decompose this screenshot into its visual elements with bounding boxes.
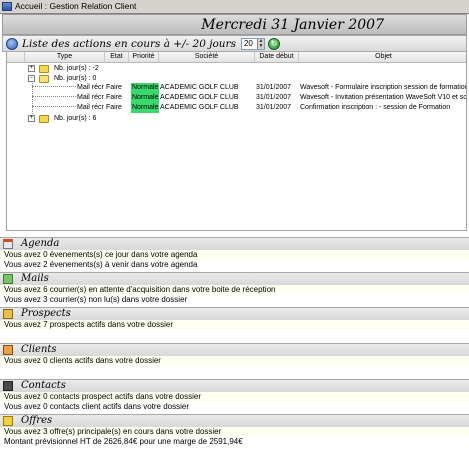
section-line: Vous avez 3 courrier(s) non lu(s) dans v… — [0, 295, 469, 305]
section-header[interactable]: Offres — [0, 414, 469, 427]
table-row[interactable]: Mail récrA Faire Normale ACADEMIC GOLF C… — [7, 93, 466, 103]
cell-type: Mail récrA — [77, 104, 104, 111]
section-contacts: Contacts Vous avez 0 contacts prospect a… — [0, 379, 469, 412]
section-header[interactable]: Clients — [0, 343, 469, 356]
group-label: Nb. jour(s) : -2 — [54, 65, 99, 72]
section-line: Vous avez 0 contacts prospect actifs dan… — [0, 392, 469, 402]
date-text: Mercredi 31 Janvier 2007 — [201, 17, 384, 33]
go-icon[interactable]: ↻ — [267, 37, 280, 50]
actions-label: Liste des actions en cours à +/- 20 jour… — [22, 37, 236, 50]
cell-date: 31/01/2007 — [256, 104, 292, 111]
section-title: Contacts — [21, 380, 66, 391]
section-line: Vous avez 3 offre(s) principale(s) en co… — [0, 427, 469, 437]
cell-societe: ACADEMIC GOLF CLUB — [160, 84, 239, 91]
app-icon — [2, 2, 12, 11]
cell-type: Mail récrA — [77, 84, 104, 91]
cell-date: 31/01/2007 — [256, 94, 292, 101]
group-row[interactable]: + Nb. jour(s) : -2 — [7, 64, 466, 74]
clients-icon — [3, 345, 13, 355]
expand-icon[interactable]: + — [28, 65, 35, 72]
section-offres: Offres Vous avez 3 offre(s) principale(s… — [0, 414, 469, 447]
section-clients: Clients Vous avez 0 clients actifs dans … — [0, 343, 469, 366]
section-agenda: Agenda Vous avez 0 évenements(s) ce jour… — [0, 237, 469, 270]
agenda-icon — [3, 239, 13, 249]
grid-header: Type Etat Priorité Société Date début Ob… — [7, 52, 466, 63]
group-row[interactable]: + Nb. jour(s) : 6 — [7, 114, 466, 124]
col-objet[interactable]: Objet — [299, 52, 466, 62]
window-title: Accueil : Gestion Relation Client — [15, 1, 137, 11]
section-title: Prospects — [21, 308, 71, 319]
folder-open-icon — [39, 75, 49, 83]
section-prospects: Prospects Vous avez 7 prospects actifs d… — [0, 307, 469, 330]
actions-grid: Type Etat Priorité Société Date début Ob… — [6, 52, 467, 231]
prospects-icon — [3, 309, 13, 319]
col-spacer — [7, 52, 25, 62]
cell-objet: Wavesoft - Invitation présentation WaveS… — [300, 94, 467, 101]
mail-icon — [3, 274, 13, 284]
cell-etat: Faire — [106, 104, 122, 111]
section-line: Vous avez 2 évenements(s) à venir dans v… — [0, 260, 469, 270]
cell-objet: Wavesoft - Formulaire inscription sessio… — [300, 84, 467, 91]
section-line: Vous avez 6 courrier(s) en attente d'acq… — [0, 285, 469, 295]
section-title: Agenda — [21, 238, 60, 249]
cell-type: Mail récrA — [77, 94, 104, 101]
section-line: Vous avez 0 clients actifs dans votre do… — [0, 356, 469, 366]
stepper-arrows-icon[interactable]: ▲ ▼ — [256, 38, 264, 49]
collapse-icon[interactable]: - — [28, 75, 35, 82]
days-value[interactable]: 20 — [242, 39, 257, 48]
section-title: Mails — [21, 273, 49, 284]
expand-icon[interactable]: + — [28, 115, 35, 122]
folder-icon — [39, 115, 49, 123]
col-etat[interactable]: Etat — [105, 52, 129, 62]
section-line: Vous avez 0 évenements(s) ce jour dans v… — [0, 250, 469, 260]
section-line: Montant prévisionnel HT de 2626,84€ pour… — [0, 437, 469, 447]
section-header[interactable]: Contacts — [0, 379, 469, 392]
refresh-icon[interactable] — [6, 37, 18, 50]
actions-toolbar: Liste des actions en cours à +/- 20 jour… — [2, 35, 467, 52]
col-type[interactable]: Type — [25, 52, 105, 62]
col-priorite[interactable]: Priorité — [129, 52, 159, 62]
table-row[interactable]: Mail récrA Faire Normale ACADEMIC GOLF C… — [7, 83, 466, 93]
date-header: Mercredi 31 Janvier 2007 — [2, 14, 467, 35]
cell-priorite: Normale — [131, 103, 160, 113]
col-societe[interactable]: Société — [159, 52, 255, 62]
cell-societe: ACADEMIC GOLF CLUB — [160, 94, 239, 101]
cell-date: 31/01/2007 — [256, 84, 292, 91]
table-row[interactable]: Mail récrA Faire Normale ACADEMIC GOLF C… — [7, 103, 466, 113]
cell-societe: ACADEMIC GOLF CLUB — [160, 104, 239, 111]
section-header[interactable]: Agenda — [0, 237, 469, 250]
col-date[interactable]: Date début — [255, 52, 299, 62]
cell-priorite: Normale — [131, 93, 160, 103]
section-title: Offres — [21, 415, 53, 426]
cell-objet: Confirmation inscription : - session de … — [300, 104, 451, 111]
section-title: Clients — [21, 344, 57, 355]
folder-icon — [39, 65, 49, 73]
days-stepper[interactable]: 20 ▲ ▼ — [240, 37, 265, 50]
section-line: Vous avez 7 prospects actifs dans votre … — [0, 320, 469, 330]
section-header[interactable]: Mails — [0, 272, 469, 285]
contacts-icon — [3, 381, 13, 391]
section-mails: Mails Vous avez 6 courrier(s) en attente… — [0, 272, 469, 305]
section-header[interactable]: Prospects — [0, 307, 469, 320]
section-line: Vous avez 0 contacts client actifs dans … — [0, 402, 469, 412]
cell-etat: Faire — [106, 94, 122, 101]
title-bar: Accueil : Gestion Relation Client — [0, 0, 469, 14]
cell-etat: Faire — [106, 84, 122, 91]
group-label: Nb. jour(s) : 6 — [54, 115, 97, 122]
cell-priorite: Normale — [131, 83, 160, 93]
offres-icon — [3, 416, 13, 426]
